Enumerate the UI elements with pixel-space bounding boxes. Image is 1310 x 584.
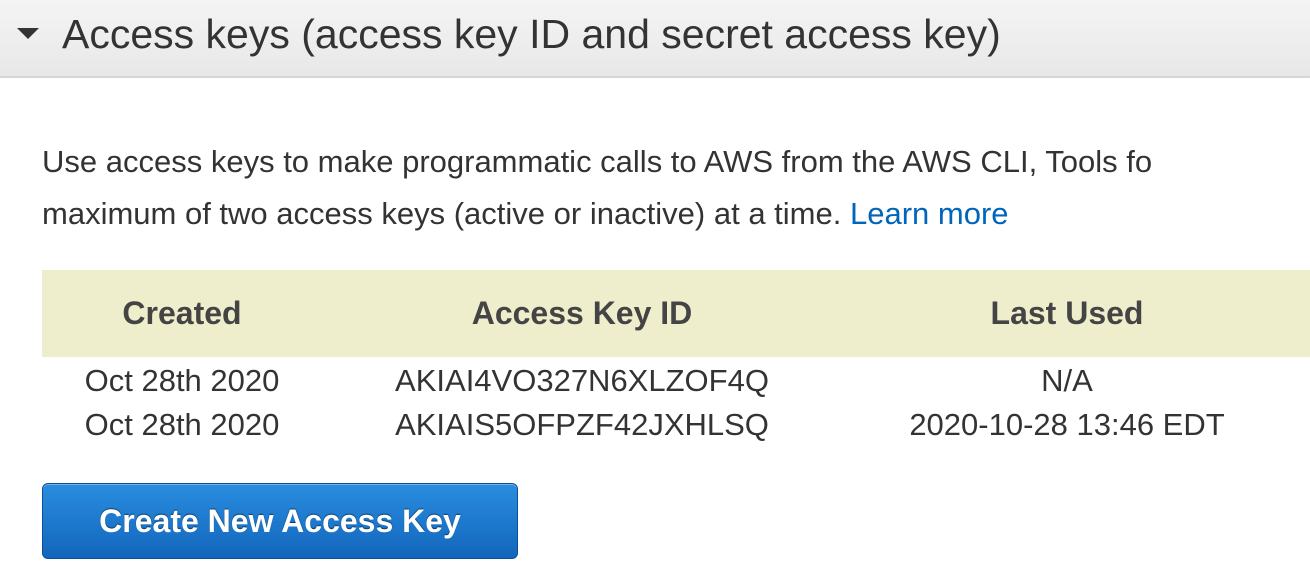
table-row: Oct 28th 2020 AKIAI4VO327N6XLZOF4Q N/A — [42, 357, 1310, 403]
cell-spacer — [1292, 357, 1310, 403]
table-header-row: Created Access Key ID Last Used — [42, 270, 1310, 357]
description-line-2: maximum of two access keys (active or in… — [42, 188, 1310, 240]
table-row: Oct 28th 2020 AKIAIS5OFPZF42JXHLSQ 2020-… — [42, 403, 1310, 447]
create-new-access-key-button[interactable]: Create New Access Key — [42, 483, 518, 559]
cell-created: Oct 28th 2020 — [84, 407, 280, 442]
access-keys-table: Created Access Key ID Last Used Oct 28th… — [42, 270, 1310, 447]
column-header-created: Created — [42, 270, 322, 357]
cell-spacer — [1292, 403, 1310, 447]
cell-created: Oct 28th 2020 — [84, 363, 280, 398]
learn-more-link[interactable]: Learn more — [850, 196, 1009, 231]
column-header-spacer — [1292, 270, 1310, 357]
caret-down-icon[interactable] — [17, 28, 39, 39]
description-line-1: Use access keys to make programmatic cal… — [42, 144, 1153, 179]
column-header-access-key-id: Access Key ID — [322, 270, 842, 357]
cell-access-key-id: AKIAIS5OFPZF42JXHLSQ — [395, 407, 769, 442]
access-keys-section-header[interactable]: Access keys (access key ID and secret ac… — [0, 0, 1310, 78]
cell-last-used: N/A — [1041, 363, 1093, 398]
description-line-2-text: maximum of two access keys (active or in… — [42, 196, 842, 231]
access-keys-description: Use access keys to make programmatic cal… — [42, 136, 1310, 240]
cell-access-key-id: AKIAI4VO327N6XLZOF4Q — [395, 363, 769, 398]
section-title: Access keys (access key ID and secret ac… — [62, 11, 1001, 57]
column-header-last-used: Last Used — [842, 270, 1292, 357]
cell-last-used: 2020-10-28 13:46 EDT — [909, 407, 1225, 442]
